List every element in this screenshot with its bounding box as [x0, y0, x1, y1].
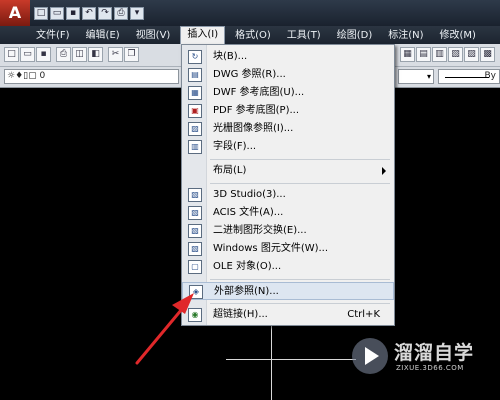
- plot-icon[interactable]: ⎙: [56, 47, 71, 62]
- hyperlink-icon: ◉: [188, 308, 202, 322]
- menu-item-label: 布局(L): [213, 165, 247, 176]
- crosshair-horizontal: [226, 359, 356, 360]
- field-icon: ▥: [188, 140, 202, 154]
- insert-menu-dropdown: ↻ 块(B)... ▤ DWG 参照(R)... ▦ DWF 参考底图(U)..…: [181, 44, 395, 326]
- save-icon[interactable]: ▪: [36, 47, 51, 62]
- menu-item-label: 光栅图像参照(I)...: [213, 123, 294, 134]
- menu-item-label: DWG 参照(R)...: [213, 69, 286, 80]
- menu-item-field[interactable]: ▥ 字段(F)...: [182, 138, 394, 156]
- dwg-reference-icon: ▤: [188, 68, 202, 82]
- save-icon[interactable]: ▪: [66, 7, 80, 20]
- menu-item-raster-image[interactable]: ▨ 光栅图像参照(I)...: [182, 120, 394, 138]
- markup-icon[interactable]: ▨: [464, 47, 479, 62]
- layer-dropdown[interactable]: ☼♦▯▢ 0: [4, 69, 179, 84]
- watermark-subtitle: ZIXUE.3D66.COM: [396, 364, 464, 372]
- menu-tools[interactable]: 工具(T): [281, 27, 327, 44]
- menu-item-dwf-underlay[interactable]: ▦ DWF 参考底图(U)...: [182, 84, 394, 102]
- external-reference-icon: ◈: [189, 285, 203, 299]
- menu-item-acis-file[interactable]: ▧ ACIS 文件(A)...: [182, 204, 394, 222]
- acis-file-icon: ▧: [188, 206, 202, 220]
- menu-item-label: PDF 参考底图(P)...: [213, 105, 300, 116]
- properties-icon[interactable]: ▤: [416, 47, 431, 62]
- wmf-icon: ▧: [188, 242, 202, 256]
- menu-item-ole-object[interactable]: ▢ OLE 对象(O)...: [182, 258, 394, 276]
- menu-item-windows-metafile[interactable]: ▧ Windows 图元文件(W)...: [182, 240, 394, 258]
- menu-file[interactable]: 文件(F): [30, 27, 76, 44]
- menu-item-dwg-reference[interactable]: ▤ DWG 参照(R)...: [182, 66, 394, 84]
- menu-item-block[interactable]: ↻ 块(B)...: [182, 48, 394, 66]
- menu-separator: [210, 279, 390, 280]
- cut-icon[interactable]: ✂: [108, 47, 123, 62]
- submenu-arrow-icon: [382, 167, 386, 175]
- customize-dropdown-icon[interactable]: ▾: [130, 7, 144, 20]
- application-menu-button[interactable]: A: [0, 0, 30, 26]
- menu-item-hyperlink[interactable]: ◉ 超链接(H)... Ctrl+K: [182, 306, 394, 324]
- watermark: 溜溜自学 ZIXUE.3D66.COM: [352, 336, 480, 378]
- menu-item-label: 二进制图形交换(E)...: [213, 225, 307, 236]
- publish-icon[interactable]: ◧: [88, 47, 103, 62]
- sheet-set-icon[interactable]: ▧: [448, 47, 463, 62]
- linetype-value: By: [484, 71, 496, 81]
- menu-item-label: OLE 对象(O)...: [213, 261, 282, 272]
- menu-view[interactable]: 视图(V): [130, 27, 177, 44]
- 3dstudio-icon: ▧: [188, 188, 202, 202]
- design-center-icon[interactable]: ▥: [432, 47, 447, 62]
- menu-item-label: Windows 图元文件(W)...: [213, 243, 329, 254]
- menu-separator: [210, 303, 390, 304]
- menu-separator: [210, 159, 390, 160]
- menu-item-3d-studio[interactable]: ▧ 3D Studio(3)...: [182, 186, 394, 204]
- watermark-title: 溜溜自学: [394, 342, 475, 364]
- dwf-underlay-icon: ▦: [188, 86, 202, 100]
- undo-icon[interactable]: ↶: [82, 7, 96, 20]
- copy-icon[interactable]: ❐: [124, 47, 139, 62]
- color-dropdown[interactable]: ▾: [398, 69, 434, 84]
- open-folder-icon[interactable]: ▭: [50, 7, 64, 20]
- binary-dxf-icon: ▧: [188, 224, 202, 238]
- linetype-dropdown[interactable]: By: [438, 69, 500, 84]
- block-insert-icon: ↻: [188, 50, 202, 64]
- ole-object-icon: ▢: [188, 260, 202, 274]
- menu-item-label: 块(B)...: [213, 51, 248, 62]
- menu-item-label: DWF 参考底图(U)...: [213, 87, 305, 98]
- pdf-underlay-icon: ▣: [188, 104, 202, 118]
- menu-dimension[interactable]: 标注(N): [382, 27, 429, 44]
- menu-item-label: 外部参照(N)...: [214, 286, 279, 297]
- menu-item-layout[interactable]: 布局(L): [182, 162, 394, 180]
- play-logo-icon: [352, 338, 388, 374]
- menu-item-shortcut: Ctrl+K: [347, 309, 380, 320]
- tool-palette-icon[interactable]: ▦: [400, 47, 415, 62]
- menu-separator: [210, 183, 390, 184]
- new-file-icon[interactable]: □: [34, 7, 48, 20]
- plot-preview-icon[interactable]: ◫: [72, 47, 87, 62]
- menu-item-label: 字段(F)...: [213, 141, 257, 152]
- layer-state-icons: ☼♦▯▢: [7, 71, 40, 81]
- menu-bar: 文件(F) 编辑(E) 视图(V) 插入(I) 格式(O) 工具(T) 绘图(D…: [0, 26, 500, 44]
- print-icon[interactable]: ⎙: [114, 7, 128, 20]
- menu-item-label: 超链接(H)...: [213, 309, 268, 320]
- menu-insert[interactable]: 插入(I): [180, 26, 226, 44]
- menu-item-label: 3D Studio(3)...: [213, 189, 286, 200]
- calculator-icon[interactable]: ▩: [480, 47, 495, 62]
- raster-image-icon: ▨: [188, 122, 202, 136]
- redo-icon[interactable]: ↷: [98, 7, 112, 20]
- menu-draw[interactable]: 绘图(D): [331, 27, 379, 44]
- menu-edit[interactable]: 编辑(E): [80, 27, 126, 44]
- layer-value: 0: [39, 71, 46, 81]
- open-icon[interactable]: ▭: [20, 47, 35, 62]
- menu-item-external-reference[interactable]: ◈ 外部参照(N)...: [182, 282, 394, 300]
- new-icon[interactable]: □: [4, 47, 19, 62]
- menu-format[interactable]: 格式(O): [229, 27, 277, 44]
- quick-access-toolbar: □ ▭ ▪ ↶ ↷ ⎙ ▾: [34, 7, 144, 21]
- menu-item-pdf-underlay[interactable]: ▣ PDF 参考底图(P)...: [182, 102, 394, 120]
- menu-item-binary-dxf[interactable]: ▧ 二进制图形交换(E)...: [182, 222, 394, 240]
- title-bar: A □ ▭ ▪ ↶ ↷ ⎙ ▾: [0, 0, 500, 26]
- menu-item-label: ACIS 文件(A)...: [213, 207, 284, 218]
- menu-modify[interactable]: 修改(M): [434, 27, 482, 44]
